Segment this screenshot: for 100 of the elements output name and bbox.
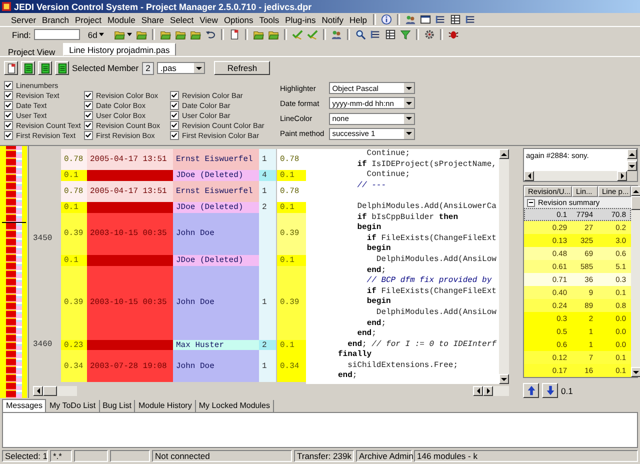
current-revision: 0.1: [561, 386, 573, 396]
code-line: if FileExists(ChangeFileExt: [366, 234, 496, 243]
info-icon[interactable]: [381, 14, 392, 25]
menu-item[interactable]: Help: [346, 14, 370, 24]
user-cell: John Doe: [173, 350, 259, 382]
code-comment: // ---: [356, 180, 386, 190]
count-cell: 4: [259, 170, 276, 181]
page-icon: [40, 62, 50, 74]
search-icon[interactable]: [354, 29, 366, 40]
caret-icon: [99, 32, 104, 37]
users-icon[interactable]: [405, 14, 416, 25]
layout-button[interactable]: [4, 61, 18, 75]
horizontal-scrollbar[interactable]: [33, 386, 77, 396]
user-cell: JDoe (Deleted): [173, 170, 259, 181]
list-icon[interactable]: [465, 14, 476, 25]
document-icon: [6, 62, 16, 74]
user-cell: Ernst Eiswuerfel: [173, 180, 259, 202]
first-revision-cell: 0.39: [276, 212, 306, 255]
bug-icon[interactable]: [448, 29, 459, 40]
status-panel: Archive Admin: [356, 450, 412, 462]
layout-button[interactable]: [38, 61, 52, 75]
window-icon[interactable]: [420, 14, 432, 25]
date-cell: 2005-04-17 13:51: [87, 180, 173, 202]
menu-item[interactable]: Share: [138, 14, 168, 24]
code-line: DelphiModules.Add(AnsiLow: [375, 254, 496, 264]
revision-cell: 0.39: [61, 212, 87, 255]
vertical-scrollbar[interactable]: [499, 149, 509, 384]
line-number: 3450: [33, 234, 52, 243]
age-dropdown[interactable]: 6d: [86, 29, 112, 40]
code-line: end;: [366, 266, 386, 275]
count-cell: 1: [259, 180, 276, 202]
status-panel: Not connected: [152, 450, 292, 462]
revision-cell: 0.23: [61, 340, 87, 350]
tab[interactable]: Messages: [2, 399, 46, 412]
checkmark-icon[interactable]: [292, 29, 303, 40]
date-cell: 2003-10-15 00:35: [87, 266, 173, 340]
menu-item[interactable]: Options: [220, 14, 256, 24]
revision-cell: 0.39: [61, 266, 87, 340]
date-cell: 2003-07-28 19:08: [87, 350, 173, 382]
folder-icon[interactable]: [174, 29, 186, 40]
code-line: Continue;: [366, 149, 410, 158]
first-revision-cell: 0.78: [276, 149, 306, 170]
user-cell: JDoe (Deleted): [173, 202, 259, 213]
users-icon[interactable]: [330, 29, 342, 40]
folder-icon[interactable]: [268, 29, 279, 40]
folder-icon[interactable]: [114, 29, 125, 40]
first-revision-cell: 0.1: [276, 170, 306, 181]
refresh-button[interactable]: Refresh: [214, 61, 270, 75]
code-editor[interactable]: [306, 149, 499, 384]
menu-item[interactable]: Tools: [256, 14, 282, 24]
menu-item[interactable]: View: [196, 14, 221, 24]
menu-item[interactable]: Server: [8, 14, 40, 24]
menu-item[interactable]: Branch: [39, 14, 72, 24]
collapse-icon[interactable]: [527, 198, 535, 206]
menu-item[interactable]: Select: [167, 14, 197, 24]
menu-item[interactable]: Module: [104, 14, 138, 24]
count-cell: 2: [259, 340, 276, 350]
folder-icon[interactable]: [252, 29, 264, 40]
first-revision-cell: 0.34: [276, 350, 306, 382]
menu-item[interactable]: Project: [72, 14, 104, 24]
revision-cell: 0.1: [61, 202, 87, 213]
revision-cell: 0.78: [61, 180, 87, 202]
user-cell: Ernst Eiswuerfel: [173, 149, 259, 170]
status-panel: [110, 450, 150, 462]
code-line: siChildExtensions.Free;: [346, 360, 458, 370]
caret-icon[interactable]: [126, 32, 132, 37]
code-line: end;: [356, 329, 376, 338]
member-filter-dropdown[interactable]: .pas: [157, 62, 206, 74]
status-panel: 146 modules - k: [414, 450, 638, 462]
menu-item[interactable]: Plug-ins: [282, 14, 319, 24]
list-icon[interactable]: [435, 14, 446, 25]
page-icon: [22, 62, 34, 74]
folder-icon[interactable]: [160, 29, 171, 40]
count-cell: 1: [259, 350, 276, 382]
revision-cell: 0.78: [61, 149, 87, 170]
menu-item[interactable]: Notify: [318, 14, 347, 24]
layout-button[interactable]: [55, 61, 69, 75]
code-line: DelphiModules.Add(AnsiLow: [375, 308, 496, 317]
date-cell: 2003-10-15 00:35: [87, 212, 173, 255]
layout-button[interactable]: [21, 61, 35, 75]
tab[interactable]: Line History projadmin.pas: [63, 43, 176, 56]
tab[interactable]: Project View: [2, 45, 62, 56]
code-line: begin: [366, 297, 391, 306]
vertical-scrollbar[interactable]: [631, 186, 640, 377]
grid-icon[interactable]: [384, 29, 396, 40]
grid-icon[interactable]: [450, 14, 462, 25]
revision-cell: 0.1: [61, 170, 87, 181]
code-line: DelphiModules.Add(AnsiLowerCa: [356, 202, 496, 211]
undo-icon[interactable]: [204, 29, 216, 40]
filter-icon[interactable]: [400, 29, 411, 40]
gear-icon[interactable]: [424, 29, 435, 40]
find-field[interactable]: [34, 29, 80, 40]
checkmark-icon[interactable]: [306, 29, 318, 40]
folder-icon[interactable]: [136, 29, 147, 40]
page-icon: [56, 62, 68, 74]
list-icon[interactable]: [370, 29, 381, 40]
horizontal-scrollbar[interactable]: [473, 386, 509, 396]
document-icon[interactable]: [228, 29, 240, 40]
folder-icon[interactable]: [190, 29, 201, 40]
code-line: if IsIDEProject(sProjectName,: [356, 160, 496, 169]
